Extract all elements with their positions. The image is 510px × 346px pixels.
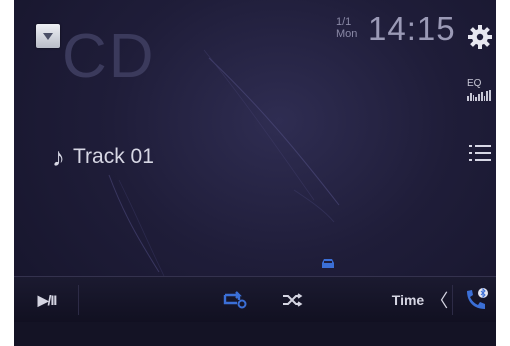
bottom-control-bar: ▶/II Time 〈: [14, 276, 496, 323]
track-name: Track 01: [73, 145, 154, 168]
play-pause-button[interactable]: ▶/II: [22, 277, 72, 323]
chevron-down-icon: [43, 33, 53, 40]
music-note-icon: ♪: [52, 142, 65, 172]
equalizer-icon: [467, 90, 492, 101]
play-pause-label: ▶/II: [37, 291, 57, 308]
shuffle-icon: [283, 293, 303, 307]
time-label: Time: [391, 292, 425, 308]
track-info: ♪ Track 01: [52, 144, 154, 170]
bluetooth-phone-icon: [467, 287, 488, 309]
list-icon[interactable]: [469, 142, 491, 164]
chevron-left-icon: 〈: [430, 291, 449, 311]
divider: [78, 285, 79, 315]
phone-button[interactable]: [460, 277, 492, 323]
source-menu-button[interactable]: [36, 24, 60, 48]
date-weekday: Mon: [336, 28, 358, 40]
gear-icon[interactable]: [467, 24, 493, 50]
eq-button[interactable]: EQ: [467, 78, 492, 101]
bottom-strip: [14, 322, 496, 346]
clock-time: 14:15: [368, 10, 456, 47]
screen: CD 1/1 Mon 14:15 EQ ♪ Track 01 ▶/II Time…: [14, 0, 496, 346]
source-label: CD: [62, 22, 156, 91]
date-display: 1/1 Mon: [336, 16, 357, 40]
divider: [452, 285, 453, 315]
eq-label: EQ: [467, 78, 482, 89]
shuffle-button[interactable]: [276, 277, 310, 323]
repeat-icon: [223, 291, 247, 309]
repeat-button[interactable]: [214, 277, 254, 323]
date-day: 1/1: [336, 16, 352, 28]
time-toggle-button[interactable]: Time 〈: [390, 277, 450, 323]
car-icon: [322, 259, 334, 268]
